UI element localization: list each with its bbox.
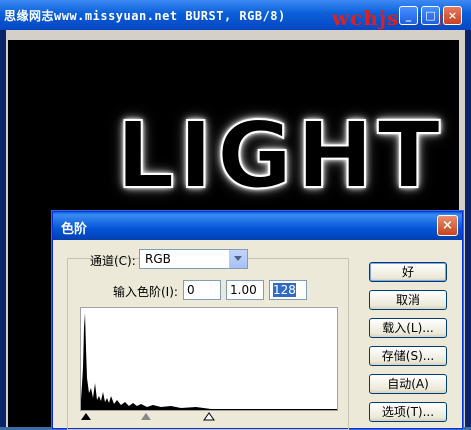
input-white-field[interactable]: 128	[269, 280, 307, 300]
input-white-value: 128	[273, 283, 296, 297]
document-titlebar[interactable]: 思缘网志www.missyuan.net BURST, RGB/8) wchjs…	[0, 0, 471, 30]
maximize-button[interactable]: □	[421, 6, 440, 25]
input-levels-label: 输入色阶(I):	[113, 285, 178, 299]
cancel-button[interactable]: 取消	[369, 290, 447, 310]
input-black-value: 0	[187, 283, 195, 297]
input-black-field[interactable]: 0	[183, 280, 221, 300]
document-title: 思缘网志www.missyuan.net BURST, RGB/8)	[4, 9, 286, 23]
input-gamma-value: 1.00	[230, 283, 257, 297]
close-button[interactable]: ×	[443, 6, 462, 25]
auto-button[interactable]: 自动(A)	[369, 374, 447, 394]
dialog-titlebar[interactable]: 色阶 ×	[53, 212, 462, 240]
channel-label: 通道(C):	[90, 254, 136, 268]
dialog-close-button[interactable]: ×	[437, 215, 458, 236]
white-point-slider[interactable]	[203, 412, 215, 421]
glowing-text: LIGHT	[115, 102, 445, 209]
save-button[interactable]: 存储(S)...	[369, 346, 447, 366]
histogram	[80, 307, 338, 411]
load-button[interactable]: 载入(L)...	[369, 318, 447, 338]
histogram-graph	[81, 313, 337, 410]
input-gamma-field[interactable]: 1.00	[226, 280, 264, 300]
levels-dialog: 色阶 × 通道(C): RGB 输入色阶(I): 0 1.00 128 好 取消…	[52, 211, 463, 430]
chevron-down-icon[interactable]	[229, 250, 247, 268]
options-button[interactable]: 选项(T)...	[369, 402, 447, 422]
dialog-title: 色阶	[61, 222, 88, 237]
gamma-slider[interactable]	[141, 413, 151, 420]
input-sliders	[81, 412, 215, 421]
ok-button[interactable]: 好	[369, 262, 447, 282]
channel-value: RGB	[145, 252, 171, 266]
minimize-button[interactable]: _	[399, 6, 418, 25]
channel-dropdown[interactable]: RGB	[139, 249, 248, 269]
black-point-slider[interactable]	[81, 413, 91, 420]
